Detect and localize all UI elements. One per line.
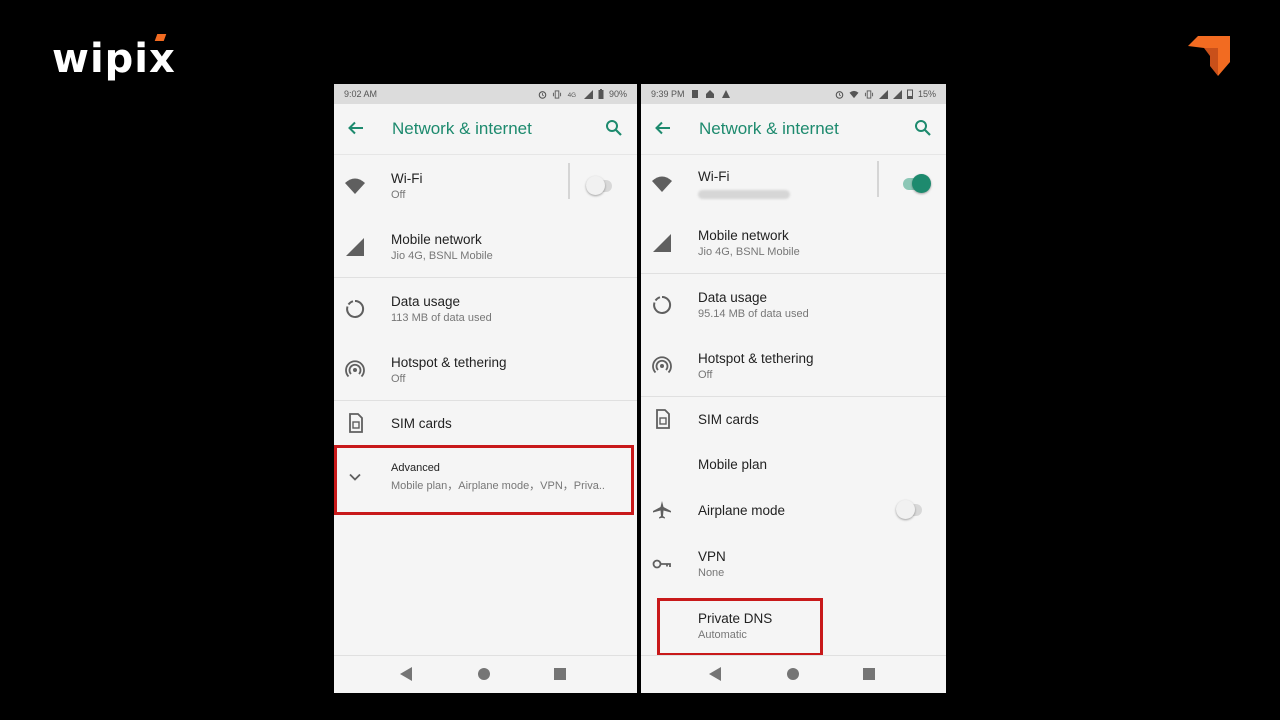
data-usage-icon xyxy=(651,294,673,316)
vpn-label: VPN xyxy=(698,549,726,564)
mobile-network-setting[interactable]: Mobile network Jio 4G, BSNL Mobile xyxy=(641,213,946,273)
mobile-network-sub: Jio 4G, BSNL Mobile xyxy=(391,250,493,262)
battery-percent: 15% xyxy=(917,89,936,99)
status-bar: 9:02 AM 4G 90% xyxy=(334,84,637,104)
back-arrow-icon[interactable] xyxy=(346,118,368,140)
nav-back-icon[interactable] xyxy=(708,666,722,682)
logo-text: wipix xyxy=(52,36,176,82)
home-notification-icon xyxy=(705,90,714,98)
phone-screen-right: 9:39 PM 15% Network & internet Wi-Fi Mob… xyxy=(641,84,946,693)
wifi-icon xyxy=(651,173,673,195)
hotspot-sub: Off xyxy=(391,373,406,385)
signal-icon xyxy=(651,232,673,254)
vpn-setting[interactable]: VPN None xyxy=(641,533,946,595)
search-icon[interactable] xyxy=(605,119,625,139)
svg-text:4G: 4G xyxy=(568,92,577,99)
status-icons: 15% xyxy=(835,89,936,99)
mobile-network-label: Mobile network xyxy=(391,232,482,247)
signal-status-icon-2 xyxy=(892,89,902,99)
battery-icon xyxy=(906,89,913,99)
divider-vertical xyxy=(568,163,570,199)
wifi-network-name-blurred xyxy=(698,190,790,199)
corner-brand-icon xyxy=(1188,36,1230,76)
sim-cards-setting[interactable]: SIM cards xyxy=(334,401,637,445)
divider-vertical xyxy=(877,161,879,197)
mobile-plan-setting[interactable]: Mobile plan xyxy=(641,441,946,487)
airplane-icon xyxy=(651,499,673,521)
mobile-network-setting[interactable]: Mobile network Jio 4G, BSNL Mobile xyxy=(334,217,637,277)
hotspot-icon xyxy=(651,355,673,377)
wifi-setting[interactable]: Wi-Fi Off xyxy=(334,155,637,217)
vibrate-icon xyxy=(864,89,874,99)
drive-notification-icon xyxy=(721,90,730,98)
wifi-setting[interactable]: Wi-Fi xyxy=(641,155,946,213)
navigation-bar xyxy=(641,655,946,693)
navigation-bar xyxy=(334,655,637,693)
sim-card-icon xyxy=(344,412,366,434)
nav-home-icon[interactable] xyxy=(786,666,800,682)
sim-card-icon xyxy=(651,408,673,430)
hotspot-label: Hotspot & tethering xyxy=(698,351,814,366)
nav-back-icon[interactable] xyxy=(399,666,413,682)
data-usage-icon xyxy=(344,298,366,320)
data-usage-sub: 113 MB of data used xyxy=(391,312,492,324)
status-bar: 9:39 PM 15% xyxy=(641,84,946,104)
highlight-box-private-dns xyxy=(657,598,823,656)
app-bar: Network & internet xyxy=(334,104,637,155)
lte-icon: 4G xyxy=(568,92,577,99)
nav-recents-icon[interactable] xyxy=(553,666,567,682)
wifi-status: Off xyxy=(391,189,406,201)
vpn-key-icon xyxy=(651,553,673,575)
data-usage-setting[interactable]: Data usage 113 MB of data used xyxy=(334,278,637,340)
hotspot-setting[interactable]: Hotspot & tethering Off xyxy=(641,336,946,396)
signal-status-icon xyxy=(583,89,593,99)
wifi-status-icon xyxy=(849,90,859,98)
mobile-plan-label: Mobile plan xyxy=(698,456,768,472)
vibrate-icon xyxy=(552,89,562,99)
page-title: Network & internet xyxy=(699,119,839,138)
status-left: 9:39 PM xyxy=(651,89,731,99)
battery-percent: 90% xyxy=(608,89,627,99)
data-usage-sub: 95.14 MB of data used xyxy=(698,308,809,320)
airplane-mode-setting[interactable]: Airplane mode xyxy=(641,487,946,533)
data-usage-setting[interactable]: Data usage 95.14 MB of data used xyxy=(641,274,946,336)
alarm-icon xyxy=(835,90,844,99)
wifi-toggle[interactable] xyxy=(903,174,931,193)
hotspot-label: Hotspot & tethering xyxy=(391,355,507,370)
mobile-network-sub: Jio 4G, BSNL Mobile xyxy=(698,246,800,258)
airplane-mode-label: Airplane mode xyxy=(698,502,786,518)
alarm-icon xyxy=(538,90,547,99)
wipix-logo: wipix xyxy=(52,34,176,82)
nav-recents-icon[interactable] xyxy=(862,666,876,682)
sim-cards-label: SIM cards xyxy=(698,411,759,427)
airplane-mode-toggle[interactable] xyxy=(896,500,922,519)
status-time: 9:39 PM xyxy=(651,89,685,99)
wifi-icon xyxy=(344,175,366,197)
highlight-box-advanced xyxy=(334,445,634,515)
mobile-network-label: Mobile network xyxy=(698,228,789,243)
status-icons: 4G 90% xyxy=(538,89,627,99)
battery-icon xyxy=(598,89,604,99)
nav-home-icon[interactable] xyxy=(477,666,491,682)
sim-cards-label: SIM cards xyxy=(391,415,452,431)
signal-status-icon xyxy=(878,89,888,99)
hotspot-sub: Off xyxy=(698,369,713,381)
sim-cards-setting[interactable]: SIM cards xyxy=(641,397,946,441)
status-time: 9:02 AM xyxy=(344,89,378,99)
wifi-label: Wi-Fi xyxy=(391,171,423,186)
page-title: Network & internet xyxy=(392,119,532,138)
wifi-label: Wi-Fi xyxy=(698,169,730,184)
data-usage-label: Data usage xyxy=(698,290,768,305)
wifi-toggle[interactable] xyxy=(586,176,612,195)
hotspot-icon xyxy=(344,359,366,381)
data-usage-label: Data usage xyxy=(391,294,461,309)
phone-screen-left: 9:02 AM 4G 90% Network & internet Wi-Fi … xyxy=(334,84,637,693)
signal-icon xyxy=(344,236,366,258)
search-icon[interactable] xyxy=(914,119,934,139)
vpn-sub: None xyxy=(698,567,725,579)
back-arrow-icon[interactable] xyxy=(653,118,675,140)
notification-icon xyxy=(691,90,698,98)
app-bar: Network & internet xyxy=(641,104,946,155)
hotspot-setting[interactable]: Hotspot & tethering Off xyxy=(334,340,637,400)
